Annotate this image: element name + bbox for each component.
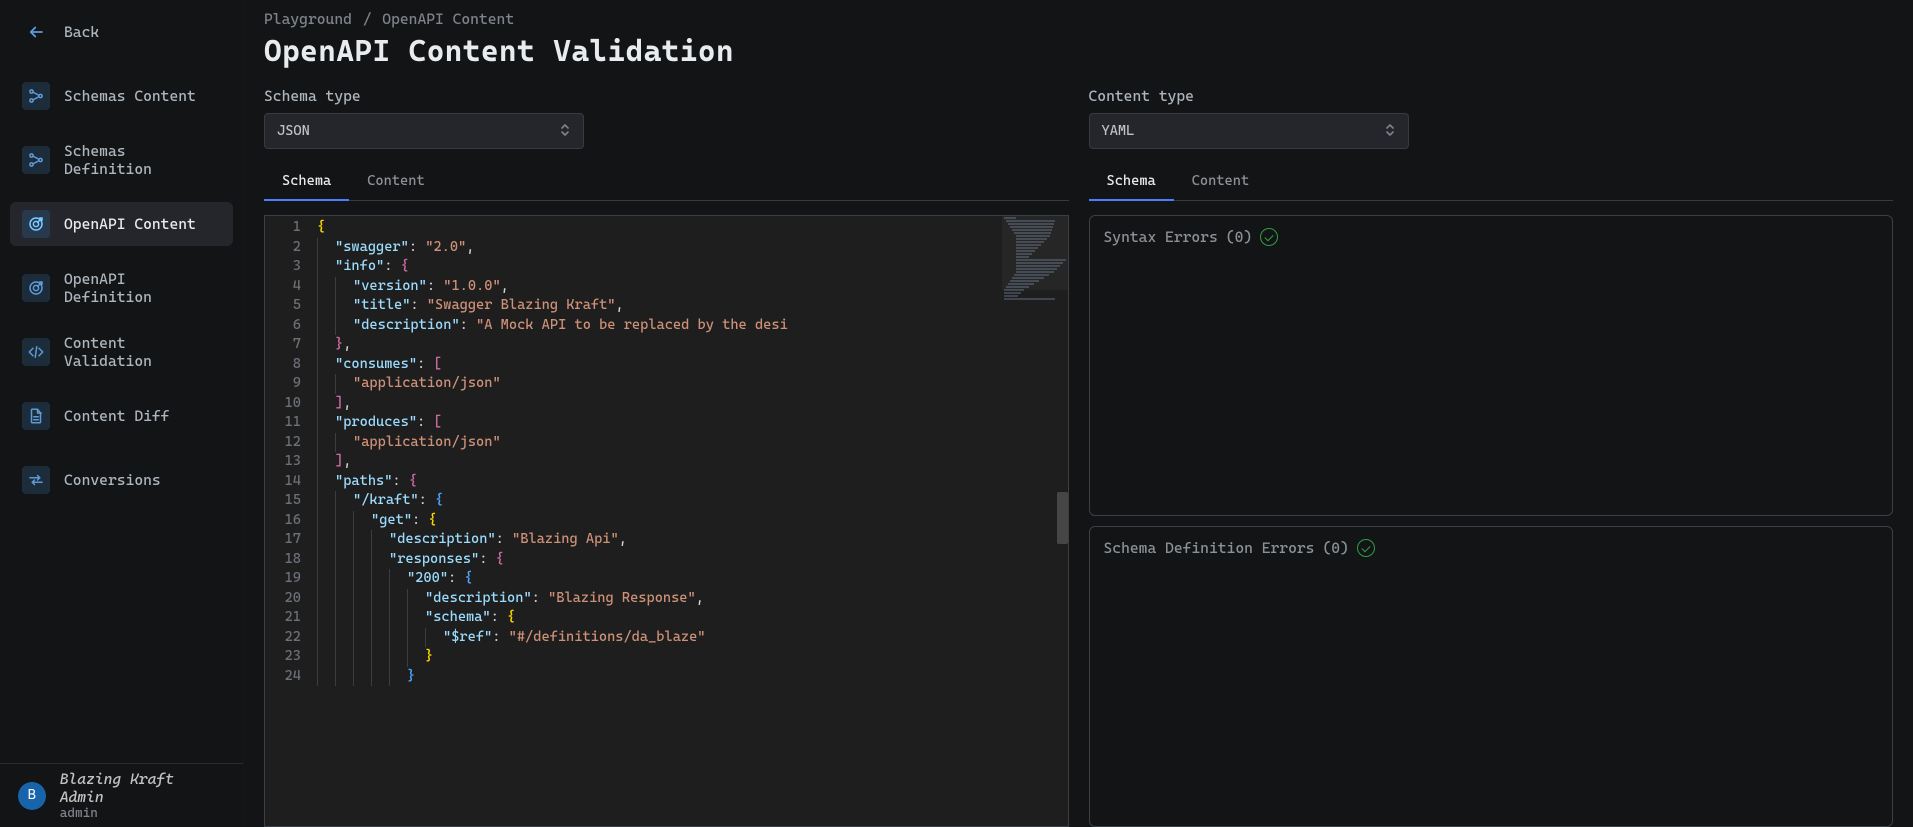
avatar: B — [18, 782, 46, 810]
sidebar-item-conversions[interactable]: Conversions — [10, 458, 233, 502]
user-footer[interactable]: B Blazing Kraft Admin admin — [0, 763, 243, 827]
breadcrumb: Playground / OpenAPI Content — [264, 10, 1893, 28]
sidebar-item-schemas-content[interactable]: Schemas Content — [10, 74, 233, 118]
code-tag-icon — [22, 338, 50, 366]
right-tabs: Schema Content — [1089, 163, 1894, 201]
schema-type-label: Schema type — [264, 87, 1069, 105]
arrow-left-icon — [22, 18, 50, 46]
content-type-label: Content type — [1089, 87, 1894, 105]
left-tabs: Schema Content — [264, 163, 1069, 201]
tab-content[interactable]: Content — [1174, 163, 1267, 201]
check-circle-icon — [1357, 539, 1375, 557]
user-name: Blazing Kraft Admin — [60, 770, 225, 806]
sidebar-item-label: Schemas Definition — [64, 142, 221, 178]
editor-gutter: 123456789101112131415161718192021222324 — [265, 216, 311, 826]
tab-schema[interactable]: Schema — [1089, 163, 1174, 201]
sidebar: Back Schemas Content Schemas Definition Op… — [0, 0, 244, 827]
syntax-errors-panel: Syntax Errors (0) — [1089, 215, 1894, 516]
sidebar-item-content-diff[interactable]: Content Diff — [10, 394, 233, 438]
sidebar-item-label: OpenAPI Definition — [64, 270, 221, 306]
sidebar-item-label: OpenAPI Content — [64, 215, 196, 233]
schema-def-errors-count: (0) — [1322, 539, 1348, 557]
syntax-errors-count: (0) — [1226, 228, 1252, 246]
check-circle-icon — [1260, 228, 1278, 246]
tab-schema[interactable]: Schema — [264, 163, 349, 201]
breadcrumb-page: OpenAPI Content — [382, 10, 514, 28]
target-icon — [22, 274, 50, 302]
back-button[interactable]: Back — [10, 10, 233, 54]
syntax-errors-label: Syntax Errors — [1104, 228, 1218, 246]
sidebar-item-openapi-definition[interactable]: OpenAPI Definition — [10, 266, 233, 310]
main: Playground / OpenAPI Content OpenAPI Con… — [244, 0, 1913, 827]
schema-type-select[interactable]: JSON — [264, 113, 584, 149]
content-type-select[interactable]: YAML — [1089, 113, 1409, 149]
sidebar-item-openapi-content[interactable]: OpenAPI Content — [10, 202, 233, 246]
editor-code[interactable]: {"swagger": "2.0","info": {"version": "1… — [311, 216, 1068, 826]
breadcrumb-root[interactable]: Playground — [264, 10, 352, 28]
schema-type-value: JSON — [277, 123, 310, 139]
sidebar-item-label: Content Diff — [64, 407, 169, 425]
graph-icon — [22, 82, 50, 110]
target-icon — [22, 210, 50, 238]
sidebar-item-content-validation[interactable]: Content Validation — [10, 330, 233, 374]
graph-icon — [22, 146, 50, 174]
schema-def-errors-label: Schema Definition Errors — [1104, 539, 1315, 557]
content-pane: Content type YAML Schema Content Syntax … — [1089, 87, 1894, 827]
breadcrumb-sep: / — [363, 10, 372, 28]
chevron-updown-icon — [559, 123, 571, 139]
sidebar-item-label: Schemas Content — [64, 87, 196, 105]
swap-icon — [22, 466, 50, 494]
sidebar-item-schemas-definition[interactable]: Schemas Definition — [10, 138, 233, 182]
tab-content[interactable]: Content — [349, 163, 442, 201]
user-role: admin — [60, 806, 225, 821]
editor-scrollbar[interactable] — [1057, 492, 1068, 544]
code-editor[interactable]: 123456789101112131415161718192021222324 … — [264, 215, 1069, 827]
sidebar-item-label: Content Validation — [64, 334, 221, 370]
sidebar-item-label: Conversions — [64, 471, 161, 489]
schema-def-errors-panel: Schema Definition Errors (0) — [1089, 526, 1894, 827]
page-title: OpenAPI Content Validation — [264, 34, 1893, 69]
schema-pane: Schema type JSON Schema Content 12345678… — [264, 87, 1069, 827]
content-type-value: YAML — [1102, 123, 1135, 139]
chevron-updown-icon — [1384, 123, 1396, 139]
doc-icon — [22, 402, 50, 430]
back-label: Back — [64, 23, 99, 41]
